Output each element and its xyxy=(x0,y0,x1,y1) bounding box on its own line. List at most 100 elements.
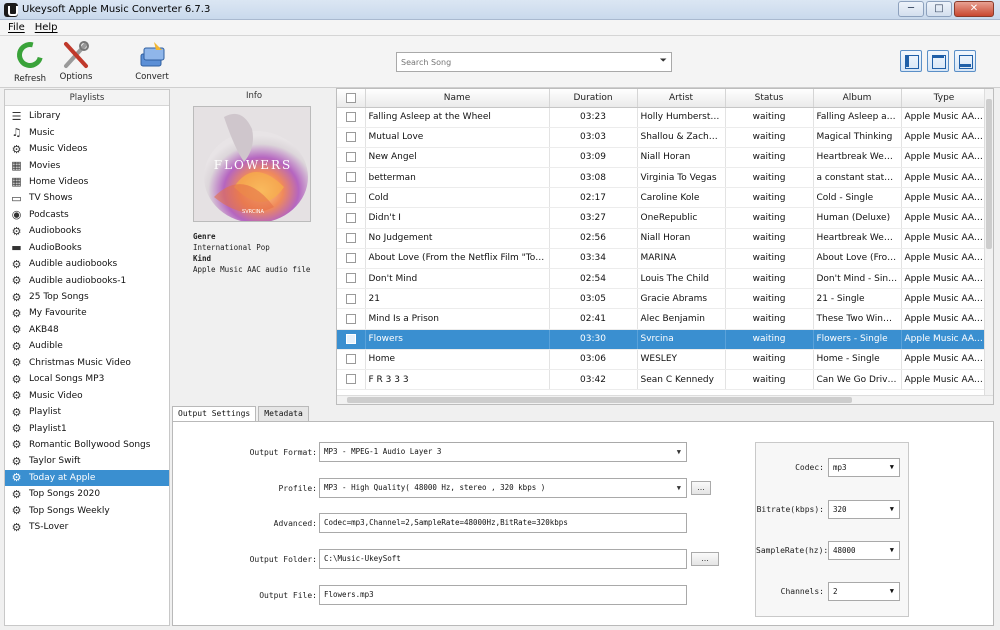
sidebar-item[interactable]: ⚙ Music Video xyxy=(5,387,169,403)
select-all-checkbox[interactable] xyxy=(345,92,356,103)
sidebar-item[interactable]: ⚙ Audible audiobooks xyxy=(5,256,169,272)
row-checkbox[interactable] xyxy=(345,132,356,143)
row-checkbox-cell[interactable] xyxy=(337,127,366,148)
samplerate-select[interactable]: 48000 ▼ xyxy=(828,541,900,560)
menu-help[interactable]: Help xyxy=(35,20,58,35)
options-button[interactable]: Options xyxy=(54,40,98,86)
row-checkbox[interactable] xyxy=(345,354,356,365)
row-checkbox-cell[interactable] xyxy=(337,268,366,290)
row-checkbox-cell[interactable] xyxy=(337,187,366,209)
channels-select[interactable]: 2 ▼ xyxy=(828,582,900,601)
sidebar-item[interactable]: ⚙ Audible audiobooks-1 xyxy=(5,272,169,288)
row-checkbox-cell[interactable] xyxy=(337,248,366,270)
sidebar-item[interactable]: ⚙ Taylor Swift xyxy=(5,453,169,469)
row-checkbox[interactable] xyxy=(345,333,356,344)
sidebar-item[interactable]: ⚙ My Favourite xyxy=(5,305,169,321)
table-row[interactable]: betterman 03:08 Virginia To Vegas waiting a … xyxy=(337,167,988,189)
sidebar-item[interactable]: ⚙ Romantic Bollywood Songs xyxy=(5,437,169,453)
row-checkbox[interactable] xyxy=(345,232,356,243)
horizontal-scrollbar[interactable] xyxy=(337,395,993,404)
table-row[interactable]: Mind Is a Prison 02:41 Alec Benjamin waitin… xyxy=(337,308,988,330)
output-folder-field[interactable]: C:\Music-UkeySoft xyxy=(319,549,687,569)
sidebar-item[interactable]: ▦ Home Videos xyxy=(5,174,169,190)
browse-folder-button[interactable]: ... xyxy=(691,552,719,566)
row-checkbox[interactable] xyxy=(345,212,356,223)
maximize-button[interactable]: □ xyxy=(926,1,952,17)
row-checkbox[interactable] xyxy=(345,293,356,304)
sidebar-item[interactable]: ⚙ TS-Lover xyxy=(5,519,169,535)
header-status[interactable]: Status xyxy=(725,89,814,108)
close-button[interactable]: ✕ xyxy=(954,1,994,17)
sidebar-item[interactable]: ⚙ Playlist xyxy=(5,404,169,420)
row-checkbox-cell[interactable] xyxy=(337,308,366,330)
table-row[interactable]: Don't Mind 02:54 Louis The Child waiting Don… xyxy=(337,268,988,290)
header-artist[interactable]: Artist xyxy=(637,89,726,108)
row-checkbox-cell[interactable] xyxy=(337,329,366,350)
convert-button[interactable]: Convert xyxy=(130,40,174,86)
output-file-field[interactable]: Flowers.mp3 xyxy=(319,585,687,605)
sidebar-item[interactable]: ⚙ Today at Apple xyxy=(5,469,169,487)
header-select-all[interactable] xyxy=(337,89,366,108)
search-song-combobox[interactable]: ⏷ xyxy=(396,52,672,72)
row-checkbox[interactable] xyxy=(345,253,356,264)
row-checkbox[interactable] xyxy=(345,192,356,203)
row-checkbox[interactable] xyxy=(345,111,356,122)
sidebar-item[interactable]: ⚙ Audible xyxy=(5,338,169,354)
minimize-button[interactable]: ─ xyxy=(898,1,924,17)
row-checkbox-cell[interactable] xyxy=(337,228,366,249)
chevron-down-icon[interactable]: ⏷ xyxy=(660,56,667,66)
layout-bottom-panel-button[interactable] xyxy=(954,50,976,72)
row-checkbox-cell[interactable] xyxy=(337,147,366,169)
table-row[interactable]: Flowers 03:30 Svrcina waiting Flowers - Sing… xyxy=(337,329,988,350)
sidebar-item[interactable]: ☰ Library xyxy=(5,108,169,124)
sidebar-item[interactable]: ◉ Podcasts xyxy=(5,207,169,223)
codec-select[interactable]: mp3 ▼ xyxy=(828,458,900,477)
sidebar-item[interactable]: ⚙ AKB48 xyxy=(5,322,169,338)
search-input[interactable] xyxy=(397,53,647,71)
tab-metadata[interactable]: Metadata xyxy=(258,406,309,421)
row-checkbox[interactable] xyxy=(345,172,356,183)
row-checkbox-cell[interactable] xyxy=(337,349,366,370)
tab-output-settings[interactable]: Output Settings xyxy=(172,406,257,422)
layout-top-panel-button[interactable] xyxy=(927,50,949,72)
header-type[interactable]: Type xyxy=(901,89,988,108)
horizontal-scroll-thumb[interactable] xyxy=(347,397,852,403)
sidebar-item[interactable]: ⚙ Audiobooks xyxy=(5,223,169,239)
table-row[interactable]: No Judgement 02:56 Niall Horan waiting Heart… xyxy=(337,228,988,249)
sidebar-item[interactable]: ⚙ Christmas Music Video xyxy=(5,355,169,371)
row-checkbox[interactable] xyxy=(345,273,356,284)
sidebar-item[interactable]: ▬ AudioBooks xyxy=(5,240,169,256)
sidebar-item[interactable]: ▭ TV Shows xyxy=(5,190,169,206)
bitrate-select[interactable]: 320 ▼ xyxy=(828,500,900,519)
table-row[interactable]: Cold 02:17 Caroline Kole waiting Cold - Sing… xyxy=(337,187,988,209)
row-checkbox[interactable] xyxy=(345,374,356,385)
row-checkbox-cell[interactable] xyxy=(337,167,366,189)
row-checkbox-cell[interactable] xyxy=(337,207,366,229)
sidebar-item[interactable]: ⚙ Local Songs MP3 xyxy=(5,371,169,387)
table-row[interactable]: Didn't I 03:27 OneRepublic waiting Human (De… xyxy=(337,207,988,229)
profile-select[interactable]: MP3 - High Quality( 48000 Hz, stereo , 3… xyxy=(319,478,687,498)
row-checkbox-cell[interactable] xyxy=(337,107,366,128)
profile-edit-button[interactable]: ... xyxy=(691,481,711,495)
sidebar-item[interactable]: ⚙ Playlist1 xyxy=(5,420,169,436)
header-duration[interactable]: Duration xyxy=(549,89,638,108)
row-checkbox-cell[interactable] xyxy=(337,288,366,310)
table-row[interactable]: Home 03:06 WESLEY waiting Home - Single Apple… xyxy=(337,349,988,370)
layout-left-panel-button[interactable] xyxy=(900,50,922,72)
output-format-select[interactable]: MP3 - MPEG-1 Audio Layer 3 ▼ xyxy=(319,442,687,462)
row-checkbox-cell[interactable] xyxy=(337,369,366,391)
row-checkbox[interactable] xyxy=(345,313,356,324)
vertical-scroll-thumb[interactable] xyxy=(986,99,992,249)
table-row[interactable]: Mutual Love03:03Shallou & Zachary ...wai… xyxy=(337,127,988,148)
advanced-field[interactable]: Codec=mp3,Channel=2,SampleRate=48000Hz,B… xyxy=(319,513,687,533)
sidebar-item[interactable]: ⚙ Top Songs Weekly xyxy=(5,503,169,519)
table-row[interactable]: F R 3 3 3 03:42 Sean C Kennedy waiting Can W… xyxy=(337,369,988,391)
table-row[interactable]: 21 03:05 Gracie Abrams waiting 21 - Single Ap… xyxy=(337,288,988,310)
table-row[interactable]: About Love (From the Netflix Film "To Al… xyxy=(337,248,988,270)
vertical-scrollbar[interactable] xyxy=(984,89,993,396)
menu-file[interactable]: File xyxy=(8,20,25,35)
header-album[interactable]: Album xyxy=(813,89,902,108)
row-checkbox[interactable] xyxy=(345,152,356,163)
refresh-button[interactable]: Refresh xyxy=(8,37,52,86)
sidebar-item[interactable]: ⚙ Music Videos xyxy=(5,141,169,157)
